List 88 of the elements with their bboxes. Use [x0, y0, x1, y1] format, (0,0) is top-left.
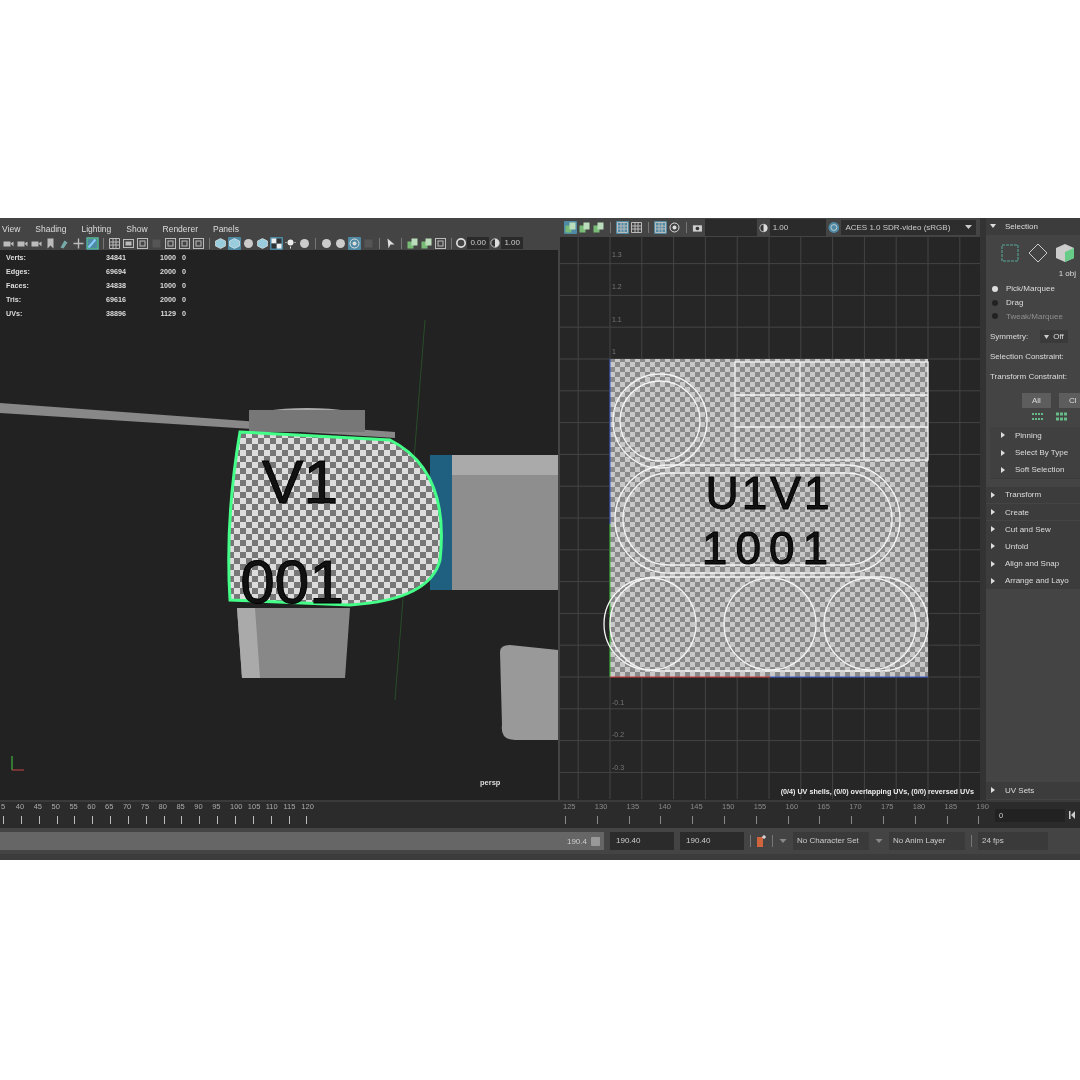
triangle-icon[interactable]: [990, 560, 996, 567]
frame-icon[interactable]: [434, 236, 447, 250]
radio-label[interactable]: Drag: [1006, 298, 1024, 308]
aperture-icon[interactable]: [456, 238, 466, 248]
triangle-icon[interactable]: [990, 509, 996, 516]
triangle-icon[interactable]: [990, 491, 996, 498]
menu-item[interactable]: Shading: [33, 224, 72, 234]
cube-icon[interactable]: [256, 236, 269, 250]
symmetry-label: Symmetry:: [990, 332, 1029, 342]
caret-icon[interactable]: [965, 225, 972, 230]
menu-item[interactable]: Lighting: [79, 224, 117, 234]
pencil-icon[interactable]: [86, 236, 99, 250]
layers-icon[interactable]: [592, 221, 605, 234]
constraint-label: Transform Constraint:: [989, 370, 1069, 383]
menu-item[interactable]: Renderer: [160, 224, 203, 234]
color-space-dropdown[interactable]: ACES 1.0 SDR-video (sRGB): [841, 220, 976, 235]
triangle-icon[interactable]: [1000, 466, 1006, 473]
frame-icon[interactable]: [178, 236, 191, 250]
half-circle-icon[interactable]: [490, 238, 500, 248]
slider-handle[interactable]: [591, 836, 600, 846]
section-title[interactable]: Pinning: [1015, 430, 1042, 440]
cube-icon[interactable]: [214, 236, 227, 250]
section-title[interactable]: Unfold: [1005, 541, 1029, 551]
layers-icon[interactable]: [564, 221, 577, 234]
range-end-value: 190.4: [566, 836, 587, 846]
film-frame-icon[interactable]: [122, 236, 135, 250]
menu-item[interactable]: View: [0, 224, 26, 234]
grid-icon[interactable]: [629, 221, 643, 234]
layers-icon[interactable]: [406, 236, 419, 250]
radio-button[interactable]: [992, 299, 998, 306]
triangle-icon[interactable]: [990, 787, 996, 794]
checker-icon[interactable]: [270, 236, 283, 250]
grid-icon[interactable]: [615, 221, 629, 234]
triangle-icon[interactable]: [990, 543, 996, 550]
target-icon[interactable]: [348, 236, 361, 250]
move-icon[interactable]: [72, 236, 85, 250]
texture-label: 1001: [701, 522, 837, 574]
range-field[interactable]: 190.40: [680, 832, 744, 850]
texture-label: V1: [262, 447, 338, 516]
anim-layer-field[interactable]: No Anim Layer: [889, 832, 965, 850]
sphere-icon[interactable]: [334, 236, 347, 250]
triangle-icon[interactable]: [1000, 449, 1006, 456]
caret-icon[interactable]: [1044, 335, 1050, 340]
fps-dropdown[interactable]: 24 fps: [978, 832, 1048, 850]
exposure-field[interactable]: 0.00: [467, 237, 489, 249]
half-circle-icon[interactable]: [758, 222, 768, 233]
layers-icon[interactable]: [578, 221, 591, 234]
exposure-field[interactable]: [704, 219, 757, 236]
gamma-field[interactable]: 1.00: [769, 219, 826, 236]
frame-icon[interactable]: [164, 236, 177, 250]
cube-icon[interactable]: [1056, 243, 1074, 264]
selection-button[interactable]: All: [1022, 392, 1051, 408]
triangle-icon[interactable]: [1000, 432, 1006, 439]
frame-icon[interactable]: [136, 236, 149, 250]
menu-item[interactable]: Panels: [210, 224, 244, 234]
triangle-icon[interactable]: [990, 223, 996, 230]
texture-label: 001: [240, 547, 344, 616]
sphere-icon[interactable]: [242, 236, 255, 250]
section-title[interactable]: Create: [1005, 507, 1029, 517]
symmetry-dropdown[interactable]: Off: [1040, 330, 1068, 344]
sphere-icon[interactable]: [320, 236, 333, 250]
frame-icon[interactable]: [192, 236, 205, 250]
grid-icon[interactable]: [653, 221, 667, 234]
section-title[interactable]: UV Sets: [1005, 785, 1035, 795]
radio-button[interactable]: [992, 286, 998, 292]
texture-label: U1V1: [705, 467, 833, 519]
constraint-label: Selection Constraint:: [989, 350, 1065, 363]
align-icon[interactable]: [1032, 411, 1044, 421]
color-management-icon[interactable]: [827, 221, 840, 234]
range-field[interactable]: 190.40: [610, 832, 674, 850]
target-icon[interactable]: [667, 221, 681, 234]
triangle-icon[interactable]: [990, 577, 996, 584]
selection-button[interactable]: Cl: [1058, 392, 1080, 408]
triangle-icon[interactable]: [990, 526, 996, 533]
character-set-field[interactable]: No Character Set: [793, 832, 869, 850]
grid-icon[interactable]: [108, 236, 121, 250]
diamond-icon[interactable]: [1028, 243, 1048, 264]
align-icon[interactable]: [1056, 411, 1068, 421]
step-back-icon[interactable]: [1069, 811, 1075, 819]
range-slider[interactable]: 190.4: [0, 832, 604, 850]
gamma-field[interactable]: 1.00: [501, 237, 523, 249]
radio-label[interactable]: Pick/Marquee: [1006, 284, 1055, 294]
cube-icon[interactable]: [228, 236, 241, 250]
object-count: 1 obj: [1057, 268, 1077, 281]
sphere-icon[interactable]: [298, 236, 311, 250]
layers-icon[interactable]: [420, 236, 433, 250]
menu-item[interactable]: Show: [124, 224, 153, 234]
key-icon[interactable]: [757, 835, 766, 847]
